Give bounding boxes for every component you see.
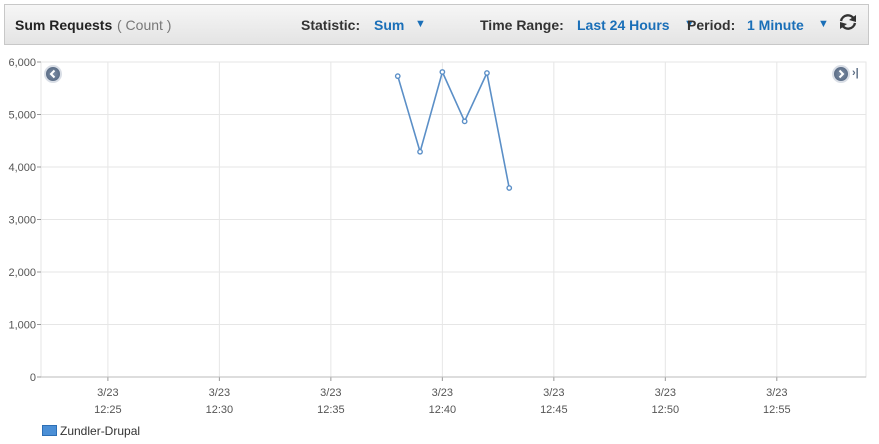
jump-to-end-icon[interactable]: ›| — [852, 67, 859, 79]
legend-label: Zundler-Drupal — [60, 424, 141, 438]
series-line — [397, 69, 510, 189]
scroll-left-button[interactable] — [44, 65, 62, 83]
y-tick-label: 3,000 — [8, 215, 36, 227]
data-point — [439, 69, 446, 75]
legend-swatch[interactable] — [42, 425, 57, 436]
y-tick-label: 2,000 — [8, 267, 36, 279]
x-tick-time-label: 12:50 — [652, 404, 680, 416]
x-tick-date-label: 3/23 — [97, 387, 118, 399]
x-tick-time-label: 12:35 — [317, 404, 345, 416]
x-tick-date-label: 3/23 — [320, 387, 341, 399]
x-tick-date-label: 3/23 — [655, 387, 676, 399]
x-tick-date-label: 3/23 — [432, 387, 453, 399]
scroll-right-button[interactable] — [832, 65, 850, 83]
data-point — [461, 118, 468, 125]
data-point — [394, 73, 401, 80]
y-tick-label: 6,000 — [8, 57, 36, 69]
x-tick-time-label: 12:45 — [540, 404, 568, 416]
y-tick-label: 5,000 — [8, 110, 36, 122]
y-tick-label: 1,000 — [8, 320, 36, 332]
x-tick-time-label: 12:40 — [429, 404, 457, 416]
y-tick-label: 4,000 — [8, 162, 36, 174]
x-tick-date-label: 3/23 — [543, 387, 564, 399]
line-chart: 0 1,000 2,000 3,000 4,000 5,000 6,000 3/23 12:25… — [8, 57, 867, 416]
data-point — [506, 185, 513, 191]
data-point — [417, 148, 423, 155]
chart-legend: Zundler-Drupal — [42, 424, 140, 438]
x-tick-time-label: 12:55 — [763, 404, 791, 416]
x-tick-time-label: 12:25 — [94, 404, 122, 416]
x-tick-time-label: 12:30 — [206, 404, 234, 416]
data-point — [484, 70, 490, 76]
x-tick-date-label: 3/23 — [209, 387, 230, 399]
y-tick-label: 0 — [30, 372, 36, 384]
x-tick-date-label: 3/23 — [766, 387, 787, 399]
